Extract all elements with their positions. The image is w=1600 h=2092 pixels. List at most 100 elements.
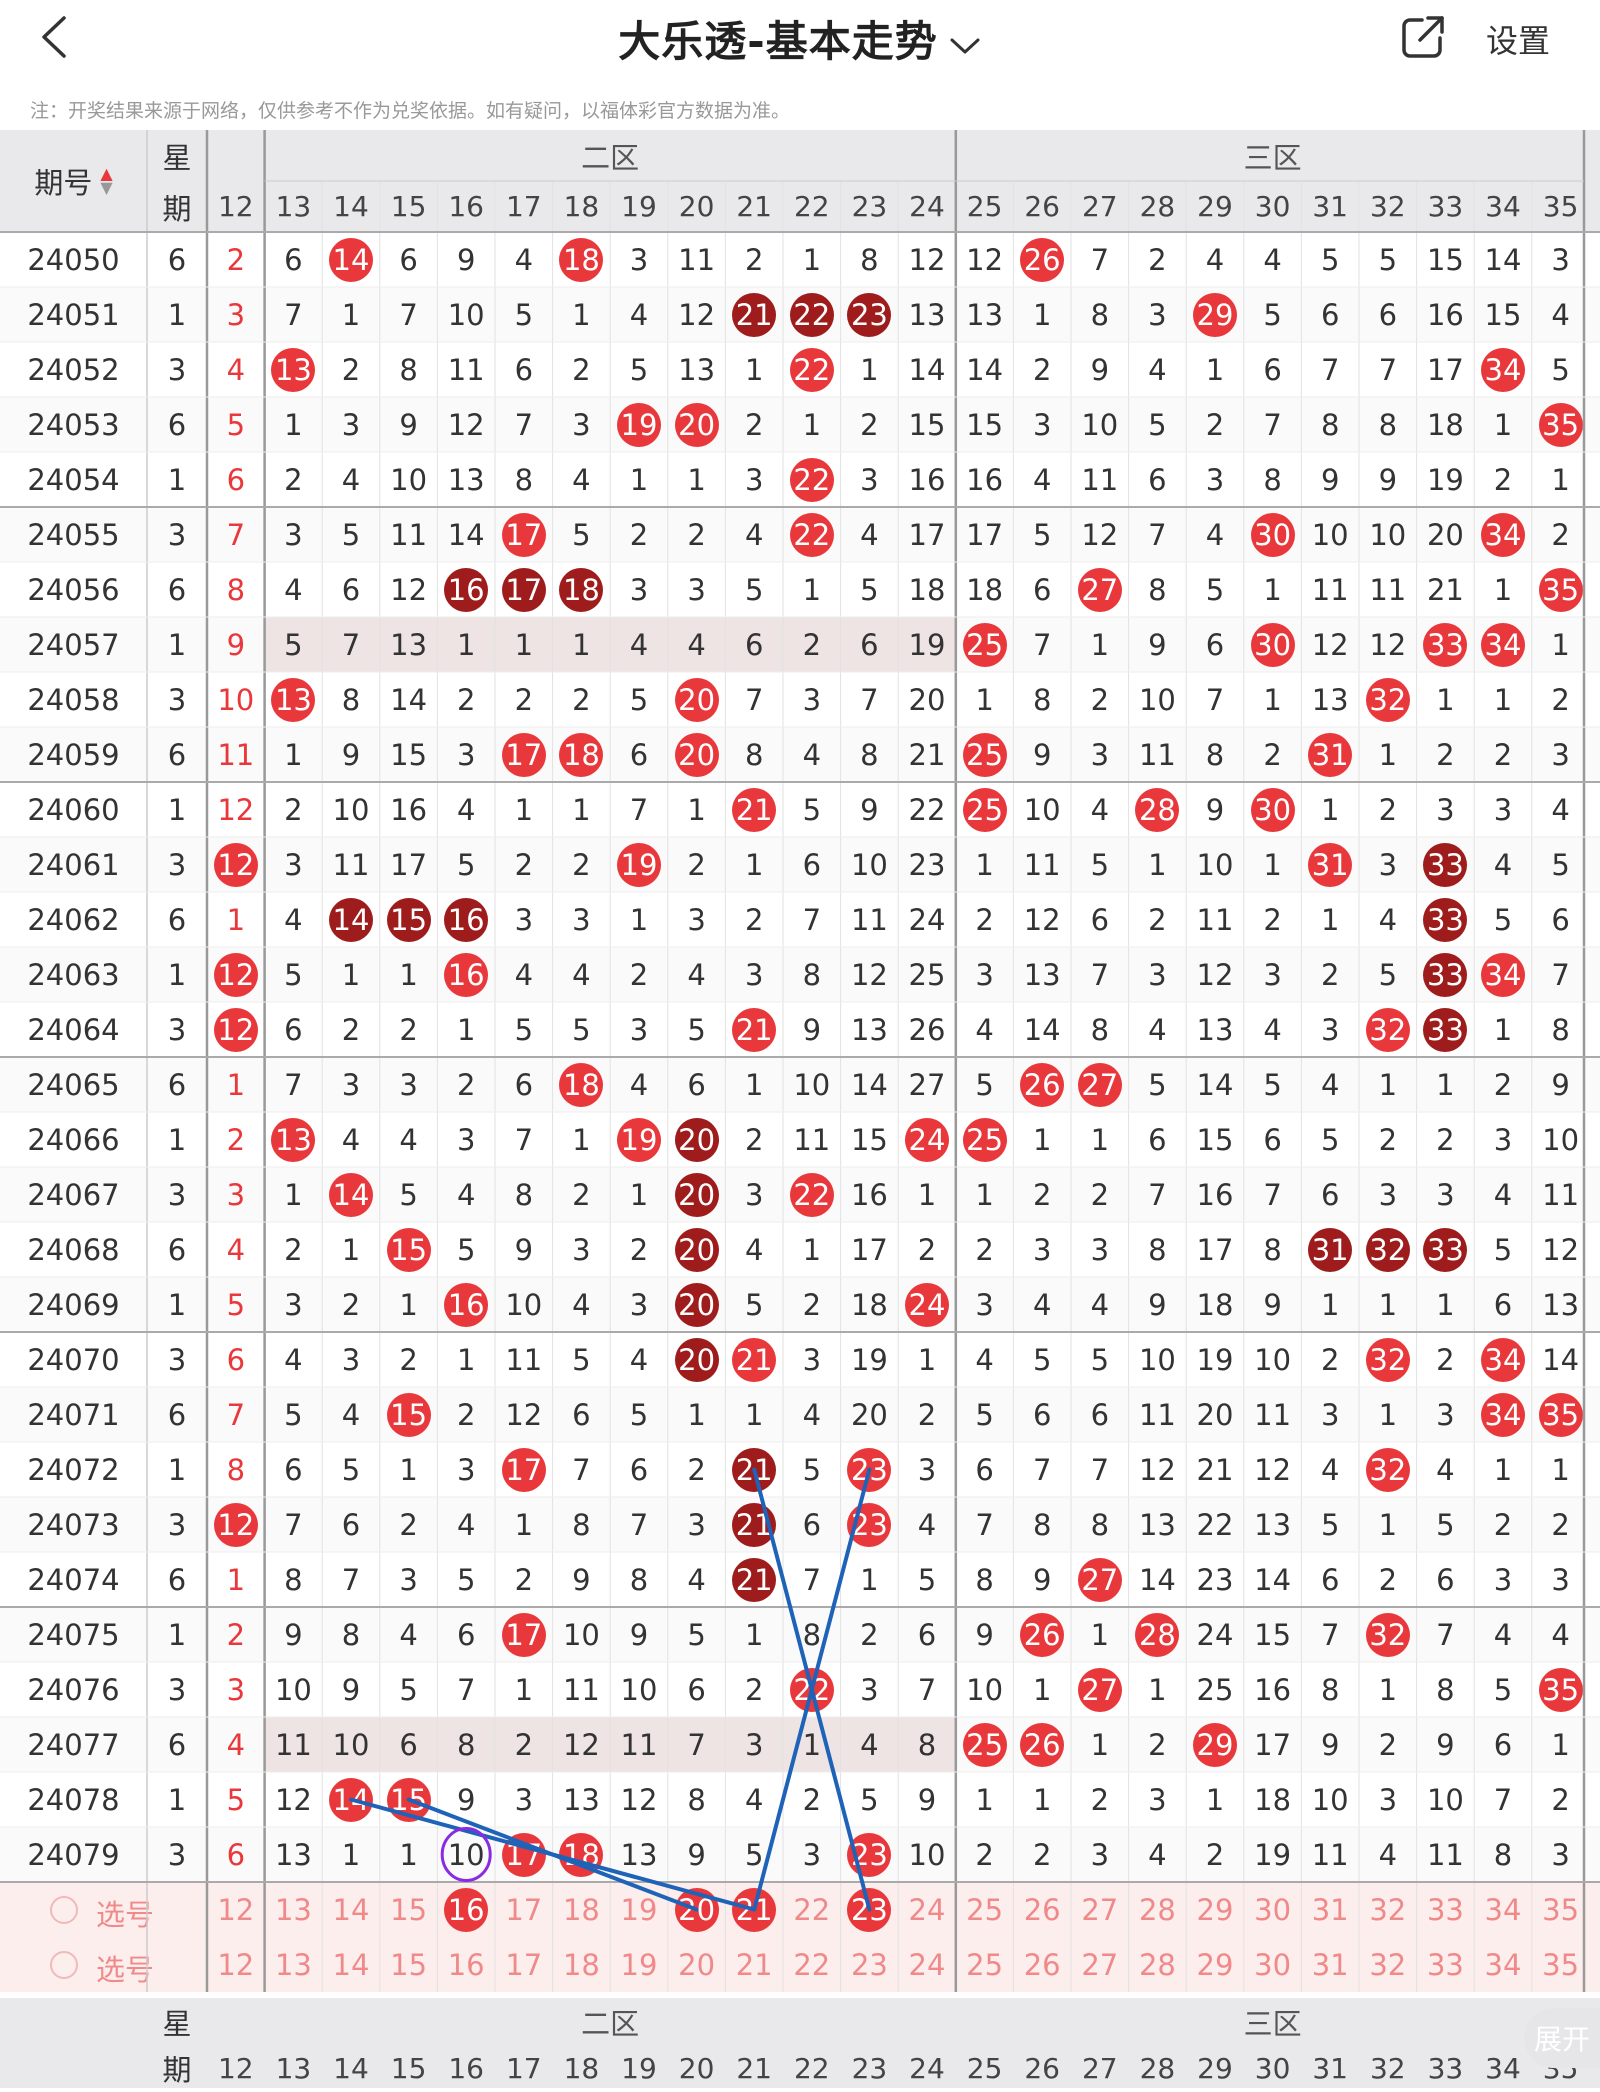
cell-value: 7	[1378, 352, 1398, 387]
select-number[interactable]: 34	[1474, 1882, 1532, 1937]
table-cell: 1	[725, 837, 783, 892]
cell-value: 14	[850, 1067, 888, 1102]
cell-value: 1	[917, 1342, 937, 1377]
ball: 20	[674, 732, 719, 777]
select-number[interactable]: 35	[1532, 1937, 1590, 1992]
select-number[interactable]: 16	[437, 1882, 495, 1937]
table-cell: 4	[1186, 232, 1244, 287]
selected-ball[interactable]: 20	[674, 1887, 719, 1932]
select-number[interactable]: 23	[841, 1937, 899, 1992]
select-number[interactable]: 25	[956, 1882, 1014, 1937]
weekday: 3	[167, 1507, 187, 1542]
cell-value: 6	[1436, 1562, 1455, 1597]
select-number[interactable]: 34	[1474, 1937, 1532, 1992]
select-number[interactable]: 14	[322, 1882, 380, 1937]
table-cell: 7	[1532, 947, 1590, 1002]
table-cell: 3	[1301, 1002, 1359, 1057]
select-number[interactable]: 24	[898, 1882, 956, 1937]
cell-value: 3	[744, 462, 764, 497]
table-cell: 4	[380, 1607, 438, 1662]
select-label[interactable]: 选号	[96, 1892, 154, 1934]
select-number[interactable]: 19	[610, 1882, 668, 1937]
cell-value: 8	[1493, 1837, 1513, 1872]
table-cell: 1	[725, 1057, 783, 1112]
select-number[interactable]: 17	[495, 1937, 553, 1992]
selected-ball[interactable]: 21	[732, 1887, 777, 1932]
ball: 28	[1135, 1612, 1180, 1657]
select-number[interactable]: 16	[437, 1937, 495, 1992]
select-number[interactable]: 20	[668, 1882, 726, 1937]
ball: 32	[1365, 1337, 1410, 1382]
select-number[interactable]: 32	[1359, 1882, 1417, 1937]
select-number[interactable]: 24	[898, 1937, 956, 1992]
cell-value: 22	[908, 792, 946, 827]
select-number[interactable]: 27	[1071, 1937, 1129, 1992]
table-cell: 19	[610, 837, 668, 892]
select-number[interactable]: 28	[1129, 1882, 1187, 1937]
cell-value: 7	[744, 682, 764, 717]
table-cell: 23	[1186, 1552, 1244, 1607]
select-number[interactable]: 35	[1532, 1882, 1590, 1937]
select-number[interactable]: 29	[1186, 1937, 1244, 1992]
expand-button[interactable]: 展开	[1524, 2008, 1600, 2068]
select-number[interactable]: 33	[1417, 1882, 1475, 1937]
issue-header[interactable]: 期号 ▲ ▼	[0, 130, 147, 232]
select-radio[interactable]	[50, 1951, 78, 1979]
select-number[interactable]: 30	[1244, 1937, 1302, 1992]
ball: 21	[732, 292, 777, 337]
table-cell: 4	[956, 1002, 1014, 1057]
cell-value: 1	[1436, 1067, 1455, 1102]
footer-number-header: 26	[1024, 2051, 1060, 2085]
select-number[interactable]: 21	[725, 1882, 783, 1937]
cell-value: 1	[860, 352, 879, 387]
cell-value: 2	[284, 792, 303, 827]
select-number[interactable]: 18	[553, 1882, 611, 1937]
cell-value: 4	[744, 517, 764, 552]
settings-button[interactable]: 设置	[1486, 16, 1550, 62]
table-cell: 16	[898, 452, 956, 507]
select-number[interactable]: 12	[207, 1937, 265, 1992]
select-number[interactable]: 14	[322, 1937, 380, 1992]
share-icon[interactable]	[1398, 12, 1448, 62]
select-number[interactable]: 23	[841, 1882, 899, 1937]
select-number[interactable]: 25	[956, 1937, 1014, 1992]
select-number[interactable]: 12	[207, 1882, 265, 1937]
select-number[interactable]: 19	[610, 1937, 668, 1992]
select-number[interactable]: 13	[265, 1937, 323, 1992]
cell-value: 20	[850, 1397, 888, 1432]
select-number[interactable]: 31	[1301, 1937, 1359, 1992]
select-number[interactable]: 33	[1417, 1937, 1475, 1992]
select-number[interactable]: 26	[1013, 1882, 1071, 1937]
select-radio[interactable]	[50, 1896, 78, 1924]
select-number[interactable]: 15	[380, 1882, 438, 1937]
select-number[interactable]: 13	[265, 1882, 323, 1937]
page-title[interactable]: 大乐透-基本走势	[0, 8, 1600, 69]
table-cell: 10	[898, 1827, 956, 1882]
select-number[interactable]: 17	[495, 1882, 553, 1937]
selected-ball[interactable]: 16	[444, 1887, 489, 1932]
select-number[interactable]: 22	[783, 1882, 841, 1937]
select-number[interactable]: 29	[1186, 1882, 1244, 1937]
cell-value: 5	[975, 1067, 994, 1102]
select-number[interactable]: 20	[668, 1937, 726, 1992]
selected-ball[interactable]: 23	[847, 1887, 892, 1932]
select-number[interactable]: 30	[1244, 1882, 1302, 1937]
select-number[interactable]: 28	[1129, 1937, 1187, 1992]
select-number[interactable]: 15	[380, 1937, 438, 1992]
cell-value: 5	[917, 1562, 937, 1597]
ball: 25	[962, 787, 1007, 832]
select-label[interactable]: 选号	[96, 1947, 154, 1989]
select-number[interactable]: 31	[1301, 1882, 1359, 1937]
select-number[interactable]: 22	[783, 1937, 841, 1992]
select-number[interactable]: 18	[553, 1937, 611, 1992]
footer-number-header: 18	[563, 2051, 600, 2085]
table-cell: 5	[322, 507, 380, 562]
select-number[interactable]: 27	[1071, 1882, 1129, 1937]
select-number[interactable]: 26	[1013, 1937, 1071, 1992]
table-cell: 7	[207, 1387, 265, 1442]
cell-value: 16	[390, 792, 428, 827]
select-number[interactable]: 21	[725, 1937, 783, 1992]
select-number[interactable]: 32	[1359, 1937, 1417, 1992]
cell-value: 6	[802, 1507, 822, 1542]
table-cell: 4	[668, 1552, 726, 1607]
